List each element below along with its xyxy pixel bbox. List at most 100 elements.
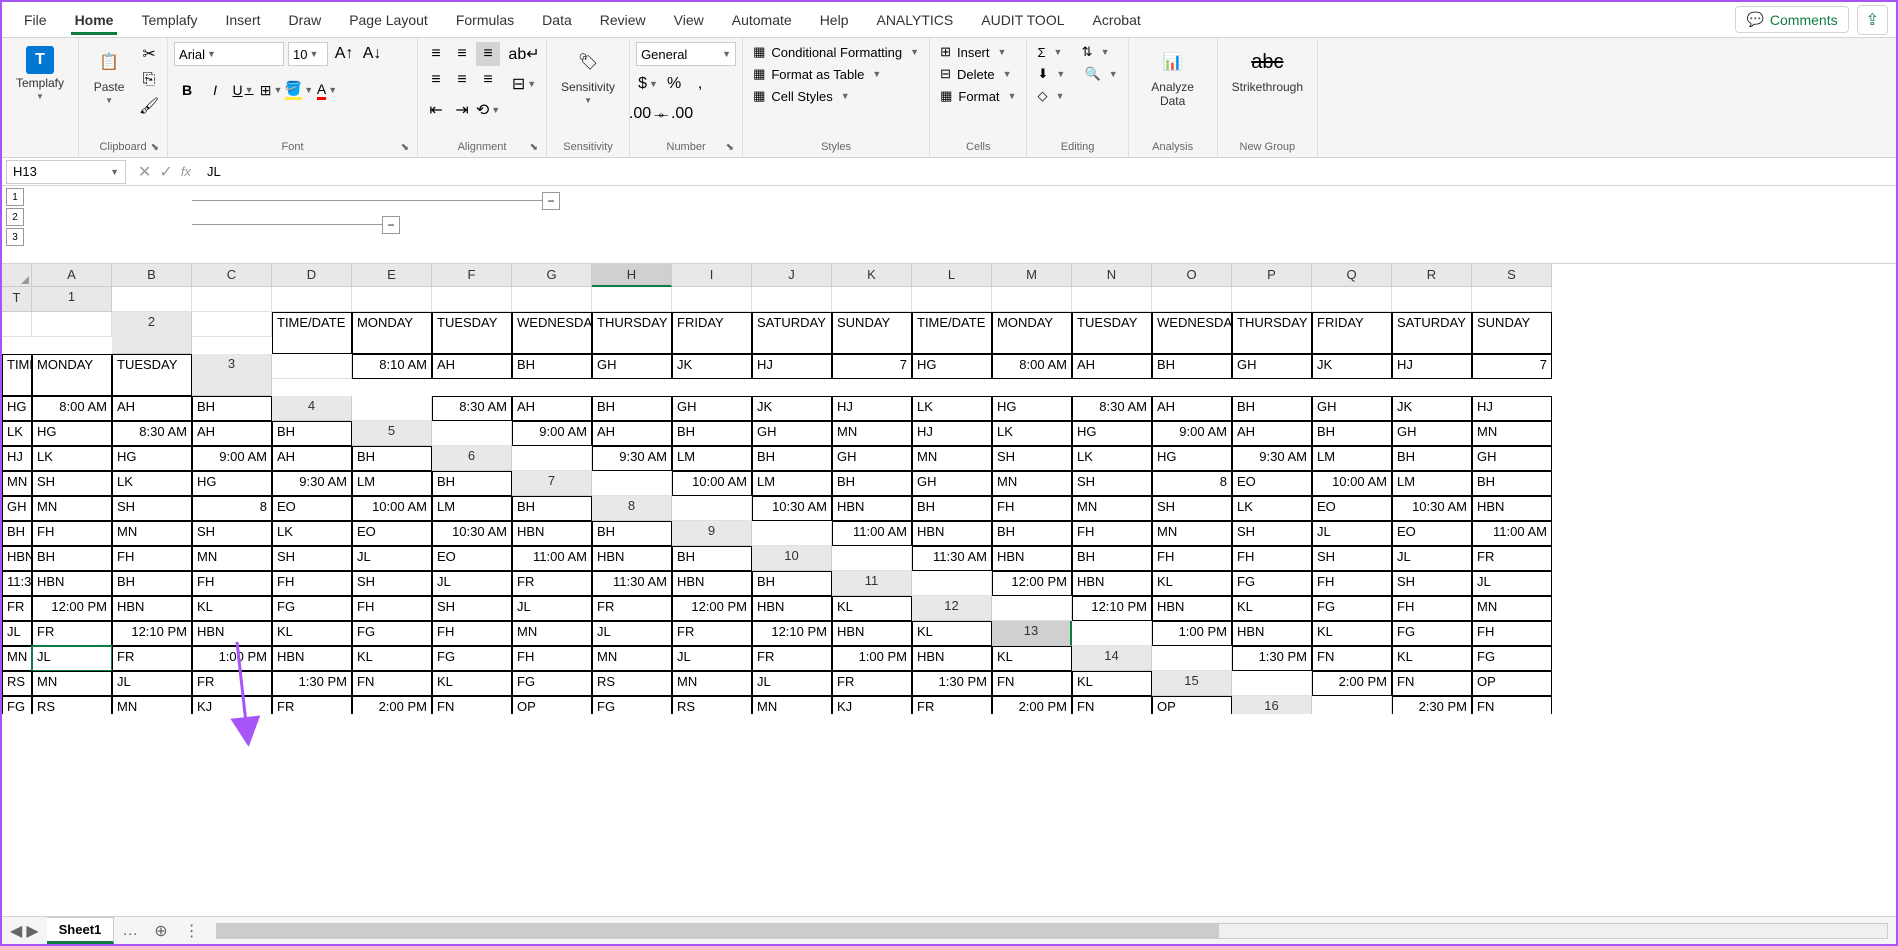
cell-E5[interactable]: GH <box>752 421 832 446</box>
sheet-more[interactable]: … <box>114 918 146 944</box>
row-header-16[interactable]: 16 <box>1232 696 1312 714</box>
copy-button[interactable]: ⎘ <box>137 68 161 92</box>
ribbon-tab-formulas[interactable]: Formulas <box>442 6 528 34</box>
cell-D8[interactable]: BH <box>912 496 992 521</box>
row-header-8[interactable]: 8 <box>592 496 672 521</box>
cell-L13[interactable]: KL <box>352 646 432 671</box>
cell-H9[interactable]: JL <box>1312 521 1392 546</box>
cell-E15[interactable]: FG <box>2 696 32 714</box>
cell-L5[interactable]: BH <box>1312 421 1392 446</box>
cell-M11[interactable]: FG <box>272 596 352 621</box>
cell-N4[interactable]: JK <box>1392 396 1472 421</box>
cell-O9[interactable]: SH <box>272 546 352 571</box>
cell-O8[interactable]: SH <box>192 521 272 546</box>
cell-A14[interactable] <box>1152 646 1232 671</box>
comments-button[interactable]: 💬 Comments <box>1735 6 1848 33</box>
cell-C15[interactable]: FN <box>1392 671 1472 696</box>
cell-H11[interactable]: JL <box>1472 571 1552 596</box>
col-header-H[interactable]: H <box>592 264 672 287</box>
cell-I5[interactable]: HG <box>1072 421 1152 446</box>
outline-level-3[interactable]: 3 <box>6 228 24 246</box>
cell-L11[interactable]: KL <box>192 596 272 621</box>
cell-E10[interactable]: FH <box>1152 546 1232 571</box>
cell-C7[interactable]: LM <box>752 471 832 496</box>
cell-F10[interactable]: FH <box>1232 546 1312 571</box>
comma-button[interactable]: , <box>688 72 712 96</box>
cell-F7[interactable]: MN <box>992 471 1072 496</box>
cell-F9[interactable]: MN <box>1152 521 1232 546</box>
row-header-15[interactable]: 15 <box>1152 671 1232 696</box>
cell-K4[interactable]: AH <box>1152 396 1232 421</box>
cell-O3[interactable]: HJ <box>1392 354 1472 379</box>
cell-Q10[interactable]: FR <box>512 571 592 596</box>
cell-K10[interactable]: HBN <box>32 571 112 596</box>
cell-G4[interactable]: HJ <box>832 396 912 421</box>
cell-Q1[interactable] <box>1392 287 1472 312</box>
outline-collapse-1[interactable]: − <box>542 192 560 210</box>
ribbon-tab-insert[interactable]: Insert <box>212 6 275 34</box>
cell-P5[interactable]: LK <box>32 446 112 471</box>
cell-G1[interactable] <box>592 287 672 312</box>
number-launcher[interactable]: ⬊ <box>726 142 734 153</box>
align-center[interactable]: ≡ <box>450 68 474 92</box>
cell-A13[interactable] <box>1072 621 1152 646</box>
cell-I2[interactable]: SUNDAY <box>832 312 912 354</box>
cell-J10[interactable]: 11:30 AM <box>2 571 32 596</box>
cell-A12[interactable] <box>992 596 1072 621</box>
cell-C10[interactable]: HBN <box>992 546 1072 571</box>
cell-F11[interactable]: FH <box>1312 571 1392 596</box>
cell-O1[interactable] <box>1232 287 1312 312</box>
cell-C6[interactable]: LM <box>672 446 752 471</box>
align-left[interactable]: ≡ <box>424 68 448 92</box>
italic-button[interactable]: I <box>202 78 228 102</box>
cell-D14[interactable]: KL <box>1392 646 1472 671</box>
row-header-12[interactable]: 12 <box>912 596 992 621</box>
cell-R6[interactable]: 9:30 AM <box>272 471 352 496</box>
cell-D11[interactable]: KL <box>1152 571 1232 596</box>
cell-I11[interactable]: FR <box>2 596 32 621</box>
cell-B3[interactable]: 8:10 AM <box>352 354 432 379</box>
cell-K1[interactable] <box>912 287 992 312</box>
cell-F5[interactable]: MN <box>832 421 912 446</box>
cell-M9[interactable]: FH <box>112 546 192 571</box>
cell-J12[interactable]: 12:10 PM <box>112 621 192 646</box>
cell-L4[interactable]: BH <box>1232 396 1312 421</box>
cell-F8[interactable]: MN <box>1072 496 1152 521</box>
cell-P6[interactable]: LK <box>112 471 192 496</box>
cell-C3[interactable]: AH <box>432 354 512 379</box>
cell-N2[interactable]: THURSDAY <box>1232 312 1312 354</box>
cell-E6[interactable]: GH <box>832 446 912 471</box>
cell-J13[interactable]: 1:00 PM <box>192 646 272 671</box>
cell-T5[interactable]: BH <box>352 446 432 471</box>
cell-N15[interactable]: RS <box>672 696 752 714</box>
decrease-indent-button[interactable]: ⇤ <box>424 98 448 122</box>
borders-button[interactable]: ⊞▼ <box>258 78 284 102</box>
cell-P7[interactable]: 8 <box>192 496 272 521</box>
cell-A10[interactable] <box>832 546 912 571</box>
col-header-T[interactable]: T <box>2 287 32 312</box>
col-header-B[interactable]: B <box>112 264 192 287</box>
cell-B15[interactable]: 2:00 PM <box>1312 671 1392 696</box>
cell-T11[interactable]: KL <box>832 596 912 621</box>
cell-O5[interactable]: HJ <box>2 446 32 471</box>
cell-R8[interactable]: 10:30 AM <box>432 521 512 546</box>
cell-D4[interactable]: BH <box>592 396 672 421</box>
ribbon-tab-page-layout[interactable]: Page Layout <box>335 6 442 34</box>
ribbon-tab-home[interactable]: Home <box>61 6 128 34</box>
ribbon-tab-file[interactable]: File <box>10 6 61 34</box>
cell-T8[interactable]: BH <box>592 521 672 546</box>
increase-indent-button[interactable]: ⇥ <box>450 98 474 122</box>
cell-N14[interactable]: RS <box>592 671 672 696</box>
cell-E13[interactable]: FG <box>1392 621 1472 646</box>
cell-O15[interactable]: MN <box>752 696 832 714</box>
cell-L7[interactable]: BH <box>1472 471 1552 496</box>
underline-button[interactable]: U▼ <box>230 78 256 102</box>
row-header-14[interactable]: 14 <box>1072 646 1152 671</box>
cell-J6[interactable]: 9:30 AM <box>1232 446 1312 471</box>
cell-M10[interactable]: FH <box>192 571 272 596</box>
spreadsheet-grid[interactable]: ABCDEFGHIJKLMNOPQRST12TIME/DATEMONDAYTUE… <box>2 264 1896 714</box>
increase-font-button[interactable]: A↑ <box>332 42 356 66</box>
cell-J11[interactable]: 12:00 PM <box>32 596 112 621</box>
cell-E11[interactable]: FG <box>1232 571 1312 596</box>
ribbon-tab-draw[interactable]: Draw <box>275 6 336 34</box>
